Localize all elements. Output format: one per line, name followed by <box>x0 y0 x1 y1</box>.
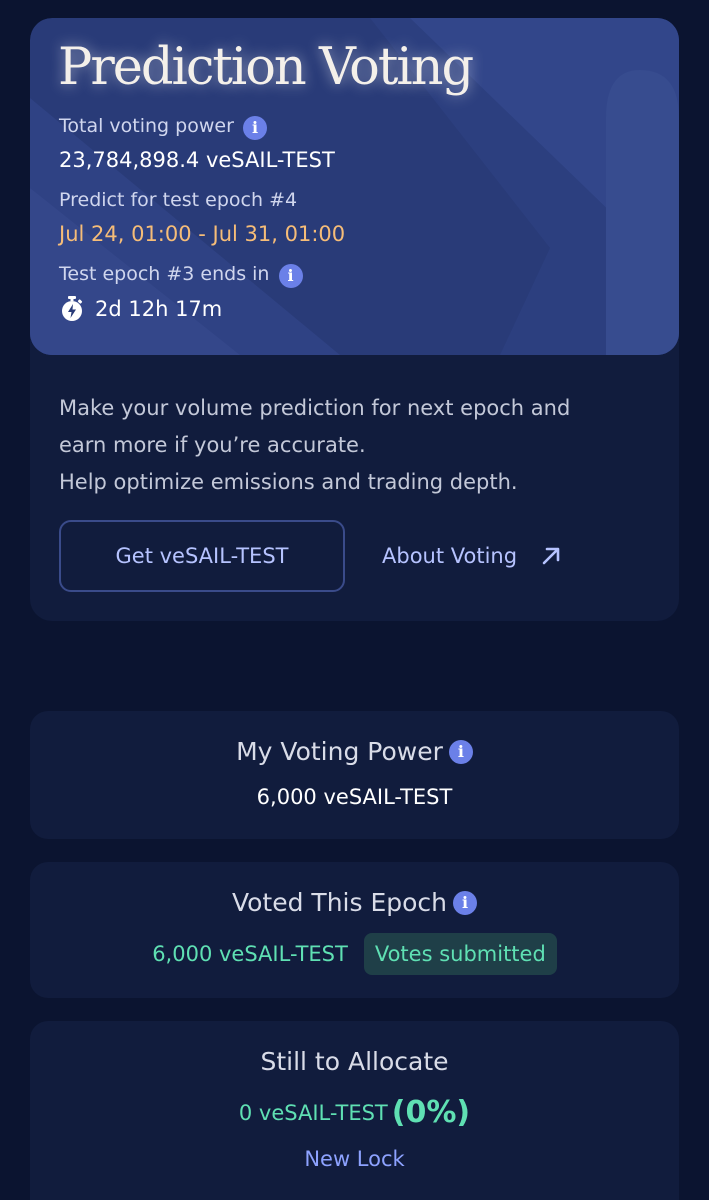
stopwatch-icon <box>59 295 85 323</box>
prediction-voting-card: Prediction Voting Total voting power i 2… <box>30 18 679 621</box>
description-line: earn more if you’re accurate. <box>59 433 366 457</box>
predict-epoch-label: Predict for test epoch #4 <box>59 189 298 211</box>
still-to-allocate-row: 0 veSAIL-TEST (0%) <box>30 1095 679 1130</box>
epoch-countdown: 2d 12h 17m <box>59 295 222 323</box>
epoch-ends-label: Test epoch #3 ends in <box>59 263 270 285</box>
epoch-ends-label-row: Test epoch #3 ends in i <box>59 263 303 288</box>
voted-this-epoch-card: Voted This Epoch i 6,000 veSAIL-TEST Vot… <box>30 862 679 998</box>
my-voting-power-title-row: My Voting Power i <box>30 737 679 766</box>
my-voting-power-card: My Voting Power i 6,000 veSAIL-TEST <box>30 711 679 839</box>
arrow-up-right-icon <box>542 547 560 565</box>
prediction-description: Make your volume prediction for next epo… <box>59 390 659 501</box>
new-lock-row: New Lock <box>30 1147 679 1171</box>
still-to-allocate-amount: 0 veSAIL-TEST <box>238 1100 388 1125</box>
still-to-allocate-percent: (0%) <box>391 1095 471 1130</box>
voted-this-epoch-row: 6,000 veSAIL-TEST Votes submitted <box>30 933 679 975</box>
votes-submitted-badge: Votes submitted <box>363 933 557 975</box>
page-title: Prediction Voting <box>58 38 474 97</box>
about-voting-label: About Voting <box>382 544 518 568</box>
info-icon[interactable]: i <box>242 115 267 140</box>
get-vesail-button[interactable]: Get veSAIL-TEST <box>59 520 345 592</box>
my-voting-power-title: My Voting Power <box>236 737 443 766</box>
voted-amount: 6,000 veSAIL-TEST <box>152 942 348 966</box>
my-voting-power-value: 6,000 veSAIL-TEST <box>256 785 453 809</box>
description-line: Help optimize emissions and trading dept… <box>59 470 518 494</box>
predict-epoch-dates: Jul 24, 01:00 - Jul 31, 01:00 <box>59 222 346 246</box>
total-voting-power-value: 23,784,898.4 veSAIL-TEST <box>59 148 335 172</box>
epoch-countdown-value: 2d 12h 17m <box>95 297 223 321</box>
new-lock-link[interactable]: New Lock <box>304 1147 404 1171</box>
voted-this-epoch-title: Voted This Epoch <box>231 888 448 917</box>
total-voting-power-label-row: Total voting power i <box>59 115 267 140</box>
prediction-hero-banner: Prediction Voting Total voting power i 2… <box>30 18 679 355</box>
about-voting-link[interactable]: About Voting <box>382 520 563 592</box>
still-to-allocate-title: Still to Allocate <box>260 1047 449 1076</box>
description-line: Make your volume prediction for next epo… <box>59 396 571 420</box>
info-icon[interactable]: i <box>448 739 473 764</box>
info-icon[interactable]: i <box>278 263 303 288</box>
still-to-allocate-card: Still to Allocate 0 veSAIL-TEST (0%) New… <box>30 1021 679 1200</box>
total-voting-power-label: Total voting power <box>59 115 234 137</box>
voted-this-epoch-title-row: Voted This Epoch i <box>30 888 679 917</box>
info-icon[interactable]: i <box>453 890 478 915</box>
